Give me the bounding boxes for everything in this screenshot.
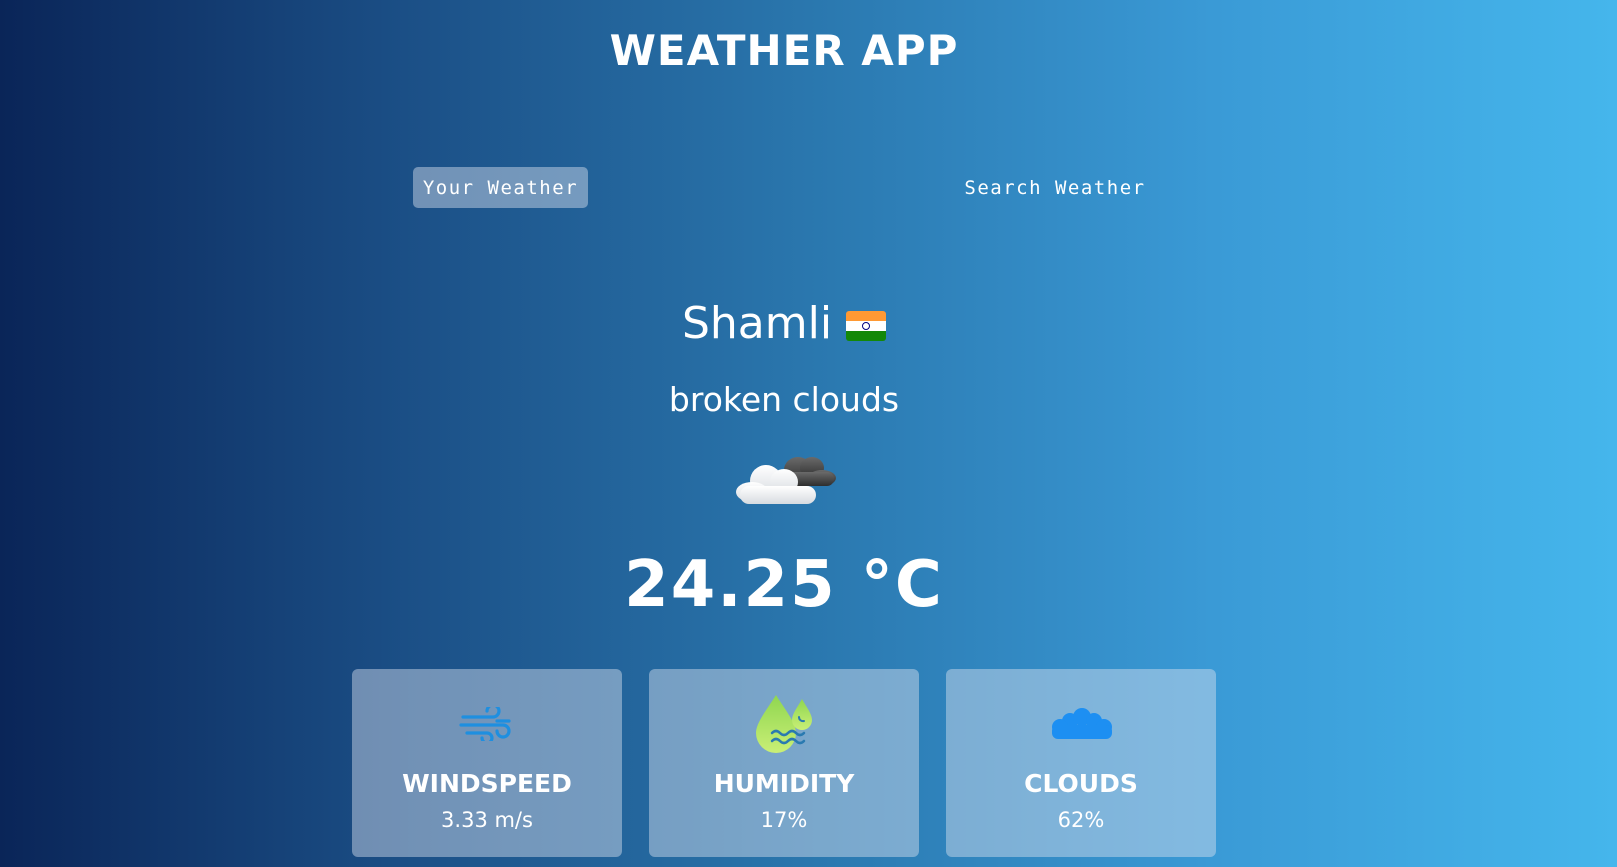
clouds-value: 62% (1057, 808, 1105, 832)
tab-search-weather[interactable]: Search Weather (955, 167, 1155, 208)
stat-card-windspeed: WINDSPEED 3.33 m/s (352, 669, 622, 857)
humidity-label: HUMIDITY (713, 769, 855, 798)
app-title: WEATHER APP (609, 26, 959, 75)
broken-clouds-icon (736, 457, 836, 504)
clouds-label: CLOUDS (1024, 769, 1138, 798)
windspeed-label: WINDSPEED (402, 769, 572, 798)
humidity-value: 17% (760, 808, 808, 832)
wind-icon (459, 707, 511, 741)
city-name: Shamli (681, 298, 833, 349)
location-heading: Shamli (0, 298, 1568, 349)
clouds-icon (1052, 708, 1112, 739)
windspeed-value: 3.33 m/s (441, 808, 533, 832)
tab-your-weather[interactable]: Your Weather (413, 167, 588, 208)
stat-card-clouds: CLOUDS 62% (946, 669, 1216, 857)
weather-description: broken clouds (668, 380, 900, 419)
india-flag-icon (846, 310, 887, 341)
humidity-icon (756, 695, 812, 753)
temperature-value: 24.25 °C (624, 548, 944, 622)
stat-card-humidity: HUMIDITY 17% (649, 669, 919, 857)
